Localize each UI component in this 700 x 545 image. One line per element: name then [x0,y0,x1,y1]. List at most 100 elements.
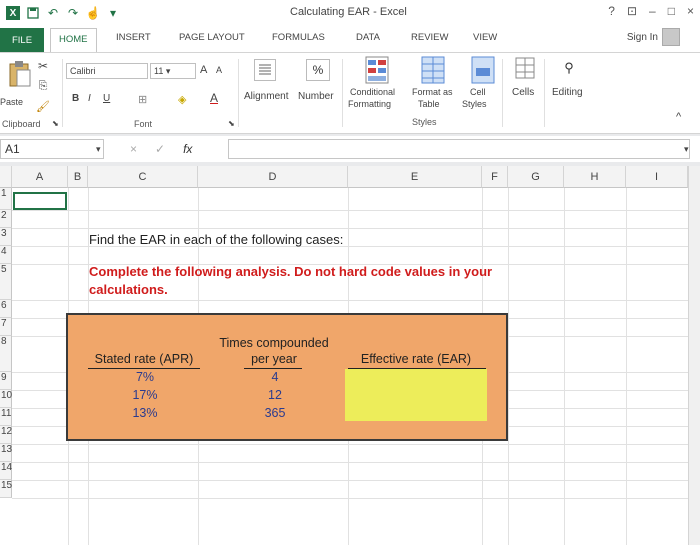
row-header-4[interactable]: 4 [0,246,12,264]
format-as-table-icon[interactable] [420,55,446,85]
cut-icon[interactable]: ✂ [36,59,50,73]
avatar [662,28,680,46]
tab-insert[interactable]: INSERT [116,32,151,43]
cells-button[interactable]: Cells [512,87,534,98]
apr-cell-1[interactable]: 7% [100,370,190,384]
row-header-15[interactable]: 15 [0,480,12,498]
undo-icon[interactable]: ↶ [46,6,60,20]
expand-formula-bar-icon[interactable]: ▾ [684,144,689,155]
row-header-10[interactable]: 10 [0,390,12,408]
conditional-formatting-label-1[interactable]: Conditional [350,87,395,97]
tab-view[interactable]: VIEW [473,32,497,43]
cell-styles-icon[interactable] [470,55,496,85]
redo-icon[interactable]: ↷ [66,6,80,20]
column-header-h[interactable]: H [564,166,626,188]
conditional-formatting-icon[interactable] [364,55,390,85]
worksheet-grid[interactable]: A B C D E F G H I 1 2 3 4 5 6 7 8 9 10 1… [0,166,700,545]
italic-button[interactable]: I [88,93,91,104]
apr-cell-3[interactable]: 13% [100,406,190,420]
font-size-box[interactable]: 11 ▾ [150,63,196,79]
cancel-icon[interactable]: × [130,142,137,156]
selected-cell-a1[interactable] [13,192,67,210]
collapse-ribbon-icon[interactable]: ^ [676,111,681,123]
column-header-e[interactable]: E [348,166,482,188]
restore-icon[interactable]: □ [668,4,675,18]
borders-icon[interactable]: ⊞ [138,93,147,106]
sign-in[interactable]: Sign In [627,28,680,46]
customize-qat-icon[interactable]: ▾ [106,6,120,20]
cells-icon[interactable] [514,55,536,81]
format-painter-icon[interactable]: 🖌 [36,99,50,113]
insert-function-icon[interactable]: fx [183,142,192,156]
gridline [12,300,700,301]
ribbon-display-icon[interactable]: ⊡ [627,4,637,18]
formula-input[interactable] [228,139,690,159]
apr-cell-2[interactable]: 17% [100,388,190,402]
column-header-g[interactable]: G [508,166,564,188]
row-header-7[interactable]: 7 [0,318,12,336]
paste-button[interactable]: Paste [0,97,23,107]
bold-button[interactable]: B [72,93,79,104]
close-icon[interactable]: × [687,4,694,18]
enter-icon[interactable]: ✓ [155,142,165,156]
alignment-button[interactable]: Alignment [244,91,288,102]
ear-answer-area[interactable] [345,369,487,421]
find-binoculars-icon[interactable]: ⚲ [558,55,580,81]
name-box[interactable]: A1 [0,139,104,159]
minimize-icon[interactable]: – [649,4,656,18]
row-header-11[interactable]: 11 [0,408,12,426]
row-header-8[interactable]: 8 [0,336,12,372]
grow-font-button[interactable]: A [200,64,207,76]
save-icon[interactable] [26,6,40,20]
tab-file[interactable]: FILE [0,28,44,52]
row-header-13[interactable]: 13 [0,444,12,462]
times-cell-3[interactable]: 365 [230,406,320,420]
column-header-a[interactable]: A [12,166,68,188]
clipboard-launcher-icon[interactable]: ⬊ [52,119,59,128]
touch-mode-icon[interactable]: ☝ [86,6,101,20]
column-header-c[interactable]: C [88,166,198,188]
help-icon[interactable]: ? [608,4,615,18]
conditional-formatting-label-2[interactable]: Formatting [348,99,391,109]
tab-home[interactable]: HOME [50,28,97,52]
row-header-1[interactable]: 1 [0,188,12,210]
select-all-corner[interactable] [0,166,12,188]
row-header-14[interactable]: 14 [0,462,12,480]
fill-color-icon[interactable]: ◈ [178,93,186,106]
times-cell-1[interactable]: 4 [230,370,320,384]
quick-access-toolbar: X ↶ ↷ ☝ ▾ [6,6,120,20]
row-header-2[interactable]: 2 [0,210,12,228]
column-header-b[interactable]: B [68,166,88,188]
tab-data[interactable]: DATA [356,32,380,43]
row-header-6[interactable]: 6 [0,300,12,318]
font-color-button[interactable]: A [210,91,218,105]
font-name-box[interactable]: Calibri [66,63,148,79]
column-header-i[interactable]: I [626,166,688,188]
row-header-5[interactable]: 5 [0,264,12,300]
name-box-dropdown-icon[interactable]: ▾ [96,144,101,155]
font-launcher-icon[interactable]: ⬊ [228,119,235,128]
row-header-12[interactable]: 12 [0,426,12,444]
shrink-font-button[interactable]: A [216,65,222,75]
format-as-table-label-2[interactable]: Table [418,99,440,109]
column-header-d[interactable]: D [198,166,348,188]
tab-review[interactable]: REVIEW [411,32,448,43]
vertical-scrollbar[interactable] [688,166,700,545]
cell-styles-label-1[interactable]: Cell [470,87,486,97]
underline-button[interactable]: U [103,93,110,104]
alignment-icon[interactable] [254,59,276,81]
paste-icon[interactable] [6,57,34,93]
editing-button[interactable]: Editing [552,87,583,98]
number-button[interactable]: Number [298,91,334,102]
times-cell-2[interactable]: 12 [230,388,320,402]
copy-icon[interactable]: ⎘ [36,79,50,93]
tab-page-layout[interactable]: PAGE LAYOUT [179,32,245,43]
column-header-f[interactable]: F [482,166,508,188]
row-header-9[interactable]: 9 [0,372,12,390]
tab-formulas[interactable]: FORMULAS [272,32,325,43]
cell-styles-label-2[interactable]: Styles [462,99,487,109]
gridline [12,462,700,463]
format-as-table-label-1[interactable]: Format as [412,87,453,97]
percent-icon[interactable]: % [306,59,330,81]
row-header-3[interactable]: 3 [0,228,12,246]
